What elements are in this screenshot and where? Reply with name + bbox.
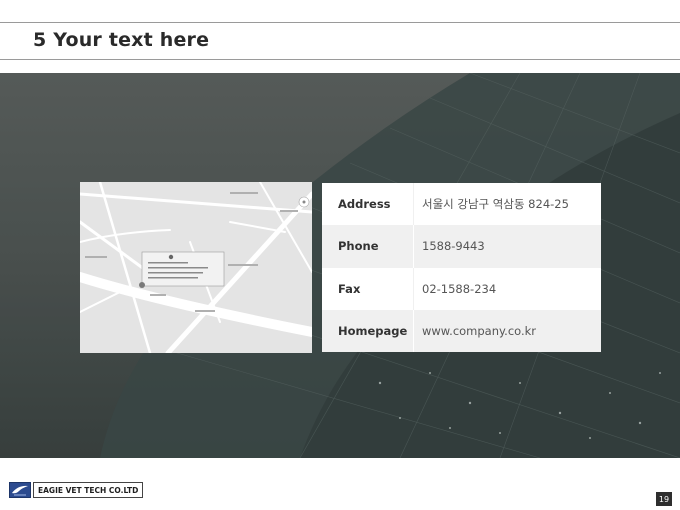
- contact-row-fax: Fax 02-1588-234: [322, 267, 601, 310]
- location-map[interactable]: [80, 182, 312, 353]
- eagle-logo-icon: [9, 482, 31, 498]
- contact-row-homepage: Homepage www.company.co.kr: [322, 309, 601, 352]
- page-number: 19: [656, 492, 672, 506]
- fax-value: 02-1588-234: [422, 281, 497, 296]
- title-divider: [0, 59, 680, 60]
- company-logo: EAGIE VET TECH CO.LTD: [9, 482, 144, 498]
- address-label: Address: [322, 183, 414, 226]
- slide-title: 5 Your text here: [33, 29, 210, 51]
- contact-table: Address 서울시 강남구 역삼동 824-25 Phone 1588-94…: [322, 183, 601, 352]
- fax-label: Fax: [322, 267, 414, 310]
- phone-label: Phone: [322, 225, 414, 268]
- contact-row-address: Address 서울시 강남구 역삼동 824-25: [322, 183, 601, 226]
- top-divider: [0, 22, 680, 23]
- phone-value: 1588-9443: [422, 239, 485, 254]
- contact-row-phone: Phone 1588-9443: [322, 225, 601, 268]
- address-value: 서울시 강남구 역삼동 824-25: [422, 197, 569, 212]
- homepage-value[interactable]: www.company.co.kr: [414, 310, 601, 352]
- map-graphic: [80, 182, 312, 353]
- homepage-label: Homepage: [322, 309, 414, 352]
- company-logo-text: EAGIE VET TECH CO.LTD: [33, 482, 144, 498]
